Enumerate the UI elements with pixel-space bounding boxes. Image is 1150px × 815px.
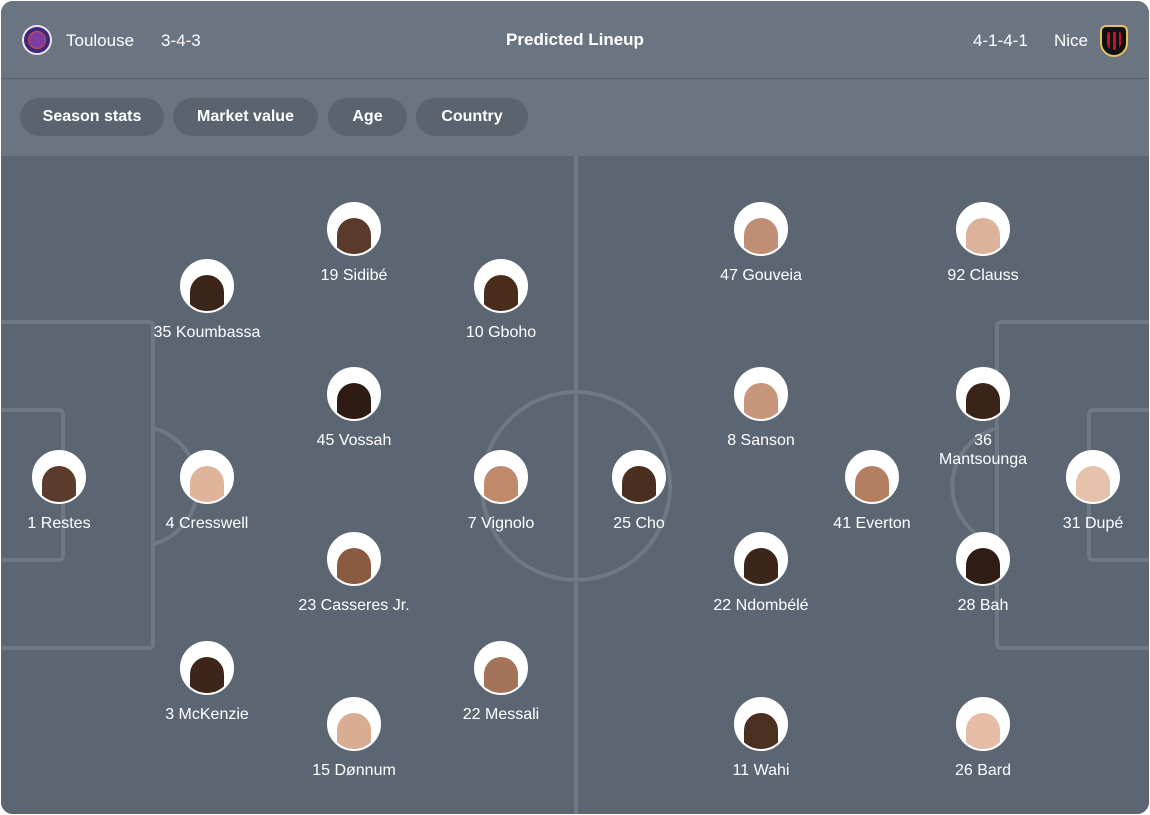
player-photo bbox=[190, 275, 224, 311]
player-avatar bbox=[956, 367, 1010, 421]
nice-logo-icon[interactable] bbox=[1100, 25, 1128, 57]
away-formation: 4-1-4-1 bbox=[973, 31, 1028, 50]
player-name: 45 Vossah bbox=[316, 432, 392, 449]
player-photo bbox=[966, 548, 1000, 584]
player-home-gboho[interactable]: 10 Gboho bbox=[436, 259, 566, 342]
player-name: 22 Ndombélé bbox=[713, 597, 809, 614]
filter-age-button[interactable]: Age bbox=[328, 98, 407, 136]
player-home-restes[interactable]: 1 Restes bbox=[1, 450, 124, 533]
pitch: 19 Sidibé 35 Koumbassa 10 Gboho 45 Vossa… bbox=[1, 156, 1149, 814]
player-avatar bbox=[734, 202, 788, 256]
player-home-vossah[interactable]: 45 Vossah bbox=[289, 367, 419, 450]
player-name: 22 Messali bbox=[462, 706, 540, 723]
player-photo bbox=[744, 548, 778, 584]
filter-toolbar: Season stats Market value Age Country bbox=[1, 79, 1149, 156]
player-avatar bbox=[956, 697, 1010, 751]
player-name: 23 Casseres Jr. bbox=[298, 597, 410, 614]
player-photo bbox=[190, 466, 224, 502]
player-avatar bbox=[180, 450, 234, 504]
player-photo bbox=[855, 466, 889, 502]
player-away-clauss[interactable]: 92 Clauss bbox=[918, 202, 1048, 285]
player-avatar bbox=[474, 259, 528, 313]
player-photo bbox=[337, 218, 371, 254]
player-avatar bbox=[327, 202, 381, 256]
away-team-name[interactable]: Nice bbox=[1054, 31, 1088, 51]
player-name: 7 Vignolo bbox=[467, 515, 535, 532]
player-photo bbox=[484, 466, 518, 502]
player-home-sidibe[interactable]: 19 Sidibé bbox=[289, 202, 419, 285]
player-home-koumbassa[interactable]: 35 Koumbassa bbox=[142, 259, 272, 342]
player-photo bbox=[744, 713, 778, 749]
player-photo bbox=[190, 657, 224, 693]
lineup-card: Toulouse 3-4-3 Predicted Lineup 4-1-4-1 … bbox=[1, 1, 1149, 814]
player-photo bbox=[744, 383, 778, 419]
player-name: 25 Cho bbox=[613, 515, 665, 532]
filter-market-value-button[interactable]: Market value bbox=[173, 98, 318, 136]
player-away-gouveia[interactable]: 47 Gouveia bbox=[696, 202, 826, 285]
player-photo bbox=[966, 218, 1000, 254]
player-home-cresswell[interactable]: 4 Cresswell bbox=[142, 450, 272, 533]
player-photo bbox=[744, 218, 778, 254]
player-avatar bbox=[1066, 450, 1120, 504]
filter-country-button[interactable]: Country bbox=[416, 98, 528, 136]
player-name: 28 Bah bbox=[957, 597, 1009, 614]
player-name: 3 McKenzie bbox=[165, 706, 249, 723]
player-avatar bbox=[956, 532, 1010, 586]
player-avatar bbox=[612, 450, 666, 504]
player-avatar bbox=[956, 202, 1010, 256]
player-away-bard[interactable]: 26 Bard bbox=[918, 697, 1048, 780]
player-away-everton[interactable]: 41 Everton bbox=[807, 450, 937, 533]
player-photo bbox=[484, 657, 518, 693]
player-home-mckenzie[interactable]: 3 McKenzie bbox=[142, 641, 272, 724]
player-away-ndombele[interactable]: 22 Ndombélé bbox=[696, 532, 826, 615]
player-avatar bbox=[474, 450, 528, 504]
filter-season-stats-button[interactable]: Season stats bbox=[20, 98, 164, 136]
player-name: 4 Cresswell bbox=[165, 515, 249, 532]
player-away-sanson[interactable]: 8 Sanson bbox=[696, 367, 826, 450]
player-photo bbox=[42, 466, 76, 502]
player-avatar bbox=[180, 259, 234, 313]
player-name: 15 Dønnum bbox=[312, 762, 396, 779]
player-away-dupe[interactable]: 31 Dupé bbox=[1028, 450, 1149, 533]
player-name: 47 Gouveia bbox=[720, 267, 802, 284]
player-away-bah[interactable]: 28 Bah bbox=[918, 532, 1048, 615]
player-name: 11 Wahi bbox=[732, 762, 790, 779]
player-avatar bbox=[734, 367, 788, 421]
player-away-wahi[interactable]: 11 Wahi bbox=[696, 697, 826, 780]
player-avatar bbox=[474, 641, 528, 695]
player-name: 8 Sanson bbox=[727, 432, 795, 449]
player-avatar bbox=[734, 697, 788, 751]
player-name: 92 Clauss bbox=[947, 267, 1019, 284]
player-home-casseres[interactable]: 23 Casseres Jr. bbox=[289, 532, 419, 615]
player-avatar bbox=[734, 532, 788, 586]
player-away-cho[interactable]: 25 Cho bbox=[574, 450, 704, 533]
player-photo bbox=[337, 548, 371, 584]
player-photo bbox=[622, 466, 656, 502]
player-avatar bbox=[327, 532, 381, 586]
player-name: 10 Gboho bbox=[465, 324, 537, 341]
player-avatar bbox=[327, 697, 381, 751]
player-photo bbox=[337, 713, 371, 749]
player-name: 41 Everton bbox=[833, 515, 911, 532]
player-avatar bbox=[327, 367, 381, 421]
player-home-vignolo[interactable]: 7 Vignolo bbox=[436, 450, 566, 533]
player-name: 36 Mantsounga bbox=[938, 432, 1028, 468]
player-photo bbox=[966, 383, 1000, 419]
player-home-messali[interactable]: 22 Messali bbox=[436, 641, 566, 724]
player-avatar bbox=[32, 450, 86, 504]
lineup-header: Toulouse 3-4-3 Predicted Lineup 4-1-4-1 … bbox=[1, 1, 1149, 79]
player-name: 26 Bard bbox=[954, 762, 1012, 779]
player-name: 1 Restes bbox=[27, 515, 91, 532]
player-avatar bbox=[845, 450, 899, 504]
player-photo bbox=[484, 275, 518, 311]
player-home-donnum[interactable]: 15 Dønnum bbox=[289, 697, 419, 780]
player-photo bbox=[337, 383, 371, 419]
player-avatar bbox=[180, 641, 234, 695]
player-photo bbox=[1076, 466, 1110, 502]
player-name: 19 Sidibé bbox=[320, 267, 388, 284]
player-name: 35 Koumbassa bbox=[153, 324, 261, 341]
player-photo bbox=[966, 713, 1000, 749]
player-name: 31 Dupé bbox=[1062, 515, 1124, 532]
